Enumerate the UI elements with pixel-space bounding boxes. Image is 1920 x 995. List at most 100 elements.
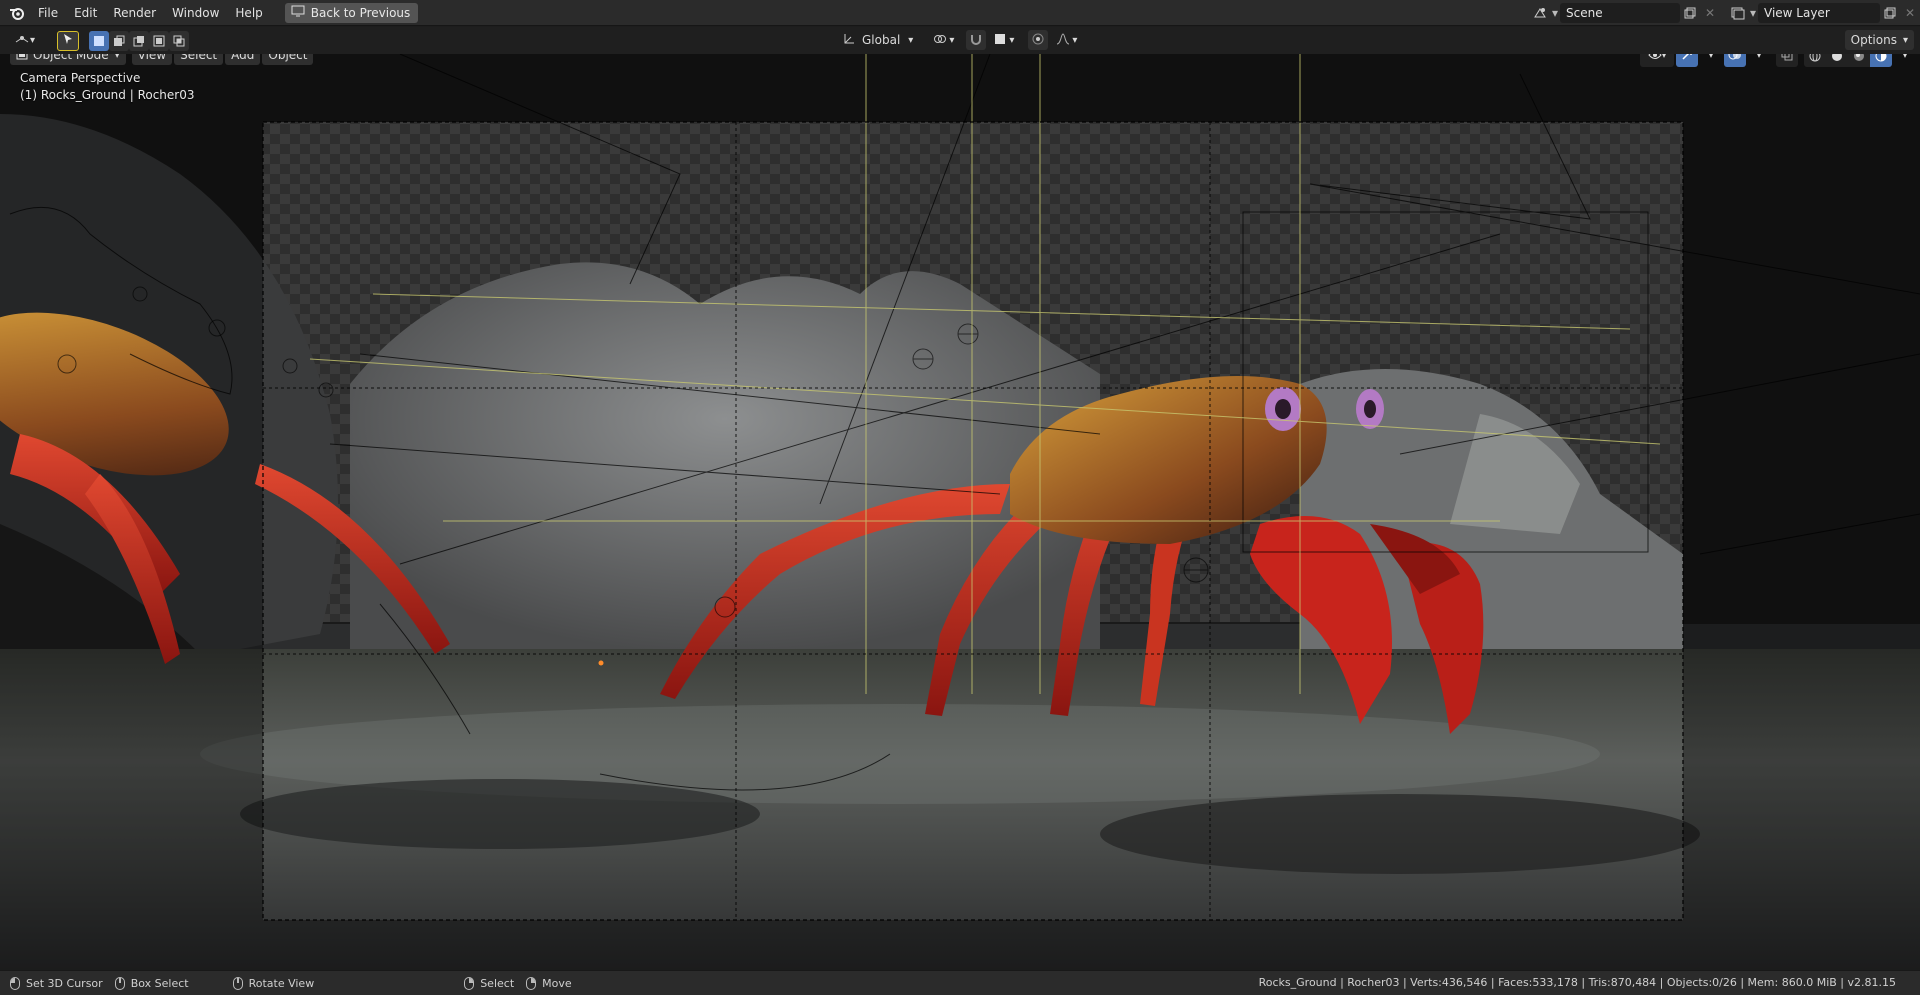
- menu-object[interactable]: Object: [262, 54, 314, 65]
- chevron-down-icon[interactable]: ▾: [1748, 54, 1770, 67]
- chevron-down-icon: ▾: [1661, 54, 1667, 61]
- object-mode-label: Object Mode: [33, 54, 109, 62]
- mouse-left-icon: [10, 976, 20, 990]
- select-new-icon[interactable]: [89, 30, 110, 51]
- xray-icon: [1781, 54, 1793, 64]
- eye-icon: [1648, 54, 1662, 63]
- chevron-down-icon[interactable]: ▾: [1894, 54, 1916, 67]
- viewport-render: [0, 54, 1920, 970]
- mouse-right-drag-icon: [526, 976, 537, 990]
- status-rotate-view: Rotate View: [232, 976, 315, 990]
- transform-orientation-dropdown[interactable]: Global ▾: [836, 30, 919, 50]
- status-label: Rotate View: [248, 976, 315, 990]
- status-set-3d-cursor: Set 3D Cursor: [10, 976, 103, 990]
- gizmo-toggle[interactable]: [1676, 54, 1698, 67]
- scene-icon[interactable]: [1530, 3, 1550, 23]
- status-label: Move: [542, 976, 572, 990]
- visibility-dropdown[interactable]: ▾: [1640, 54, 1674, 67]
- proportional-edit-icon: [1032, 33, 1044, 48]
- select-tool-button[interactable]: [57, 30, 80, 51]
- chevron-down-icon: ▾: [1902, 34, 1908, 46]
- menu-render[interactable]: Render: [105, 0, 164, 26]
- solid-shading-icon[interactable]: [1826, 54, 1848, 67]
- chevron-down-icon: ▾: [1749, 6, 1757, 20]
- status-label: Select: [480, 976, 515, 990]
- pivot-icon: [933, 33, 947, 48]
- menu-edit[interactable]: Edit: [66, 0, 105, 26]
- overlays-toggle[interactable]: [1724, 54, 1746, 67]
- falloff-curve-icon: [1056, 32, 1070, 48]
- mouse-right-icon: [464, 976, 475, 990]
- chevron-down-icon: ▾: [114, 54, 120, 61]
- snap-increment-icon: [994, 33, 1006, 48]
- view-layer-label: View Layer: [1764, 6, 1830, 20]
- view-layer-icon[interactable]: [1728, 3, 1748, 23]
- status-label: Box Select: [130, 976, 189, 990]
- chevron-down-icon: ▾: [1551, 6, 1559, 20]
- mouse-drag-icon: [114, 976, 125, 990]
- status-move: Move: [526, 976, 572, 990]
- object-mode-dropdown[interactable]: Object Mode ▾: [10, 54, 126, 65]
- back-to-previous-button[interactable]: Back to Previous: [284, 2, 419, 23]
- chevron-down-icon: ▾: [1072, 34, 1078, 46]
- mode-menu-row: Object Mode ▾ View Select Add Object: [10, 54, 315, 65]
- scene-label: Scene: [1566, 6, 1603, 20]
- menu-select[interactable]: Select: [174, 54, 224, 65]
- blender-logo-icon[interactable]: [4, 0, 30, 26]
- mouse-middle-icon: [232, 976, 243, 990]
- menu-add[interactable]: Add: [225, 54, 261, 65]
- chevron-down-icon: ▾: [1009, 34, 1015, 46]
- chevron-down-icon[interactable]: ▾: [1700, 54, 1722, 67]
- chevron-down-icon: ▾: [949, 34, 955, 46]
- back-to-previous-label: Back to Previous: [310, 5, 411, 20]
- menu-help[interactable]: Help: [227, 0, 270, 26]
- scene-statistics: Rocks_Ground | Rocher03 | Verts:436,546 …: [1258, 976, 1896, 989]
- wireframe-shading-icon[interactable]: [1804, 54, 1826, 67]
- top-bar: File Edit Render Window Help Back to Pre…: [0, 0, 1920, 26]
- orientation-label: Global: [862, 33, 901, 47]
- proportional-edit-toggle[interactable]: [1028, 30, 1049, 50]
- menu-window[interactable]: Window: [164, 0, 227, 26]
- pivot-point-dropdown[interactable]: ▾: [927, 30, 960, 50]
- select-extend-icon[interactable]: [109, 30, 130, 51]
- status-bar: Set 3D Cursor Box Select Rotate View Sel…: [0, 970, 1920, 995]
- screen-icon: [291, 5, 305, 20]
- status-box-select: Box Select: [114, 976, 189, 990]
- overlays-icon: [1728, 54, 1742, 64]
- falloff-dropdown[interactable]: ▾: [1050, 30, 1083, 50]
- options-dropdown[interactable]: Options ▾: [1844, 30, 1914, 50]
- chevron-down-icon: ▾: [908, 34, 914, 46]
- gizmo-icon: [1681, 54, 1693, 64]
- rendered-shading-icon[interactable]: [1870, 54, 1892, 67]
- 3d-viewport[interactable]: Camera Perspective (1) Rocks_Ground | Ro…: [0, 54, 1920, 970]
- material-shading-icon[interactable]: [1848, 54, 1870, 67]
- object-mode-icon: [16, 54, 28, 63]
- object-info-label: (1) Rocks_Ground | Rocher03: [20, 88, 195, 102]
- axes-icon: [842, 32, 856, 49]
- menu-file[interactable]: File: [30, 0, 66, 26]
- select-intersect-icon[interactable]: [169, 30, 190, 51]
- select-invert-icon[interactable]: [149, 30, 170, 51]
- close-icon[interactable]: ✕: [1900, 3, 1920, 23]
- menu-view[interactable]: View: [131, 54, 173, 65]
- viewport-shading-tools: ▾ ▾ ▾ ▾: [1640, 54, 1916, 67]
- snap-element-dropdown[interactable]: ▾: [988, 30, 1020, 50]
- view-name-label: Camera Perspective: [20, 71, 141, 85]
- new-view-layer-icon[interactable]: [1880, 3, 1900, 23]
- select-subtract-icon[interactable]: [129, 30, 150, 51]
- xray-toggle[interactable]: [1776, 54, 1798, 67]
- options-label: Options: [1850, 33, 1897, 47]
- status-select: Select: [464, 976, 515, 990]
- cursor-arrow-icon: [63, 33, 73, 48]
- status-label: Set 3D Cursor: [26, 976, 103, 990]
- scene-field[interactable]: Scene: [1560, 3, 1680, 23]
- editor-type-button[interactable]: ▾: [8, 31, 41, 51]
- snap-toggle[interactable]: [966, 30, 987, 50]
- 3d-viewport-icon: [14, 32, 30, 49]
- new-scene-icon[interactable]: [1680, 3, 1700, 23]
- chevron-down-icon: ▾: [30, 35, 36, 46]
- viewport-header: ▾ Global ▾ ▾ ▾ ▾ Options ▾: [0, 27, 1920, 54]
- magnet-icon: [970, 33, 982, 48]
- view-layer-field[interactable]: View Layer: [1758, 3, 1880, 23]
- close-icon[interactable]: ✕: [1700, 3, 1720, 23]
